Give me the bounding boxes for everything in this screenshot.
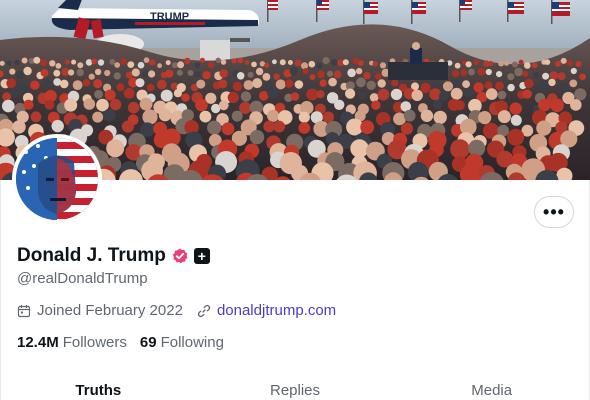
following-count: 69	[139, 334, 157, 351]
tab-truths[interactable]: Truths	[0, 372, 197, 400]
profile-handle: @realDonaldTrump	[17, 270, 148, 287]
plus-badge-icon: +	[193, 248, 210, 264]
followers-count: 12.4M	[17, 334, 59, 351]
tab-media[interactable]: Media	[393, 372, 590, 400]
followers-link[interactable]: 12.4M Followers	[17, 334, 127, 351]
profile-name-row: Donald J. Trump +	[17, 245, 210, 267]
calendar-icon	[17, 304, 31, 318]
profile-stats-row: 12.4M Followers 69 Following	[17, 334, 237, 351]
verified-badge-icon	[172, 248, 188, 264]
profile-tabs: Truths Replies Media	[0, 372, 590, 400]
following-link[interactable]: 69 Following	[140, 334, 224, 351]
link-icon	[197, 304, 211, 318]
svg-text:TRUMP: TRUMP	[150, 11, 189, 23]
joined-date: Joined February 2022	[37, 302, 183, 319]
following-label: Following	[160, 334, 224, 351]
display-name: Donald J. Trump	[17, 245, 166, 266]
profile-card	[0, 180, 590, 400]
more-options-button[interactable]: •••	[534, 196, 574, 228]
avatar[interactable]	[12, 134, 102, 224]
avatar-image	[16, 138, 98, 220]
more-icon: •••	[543, 201, 565, 222]
followers-label: Followers	[62, 334, 127, 351]
website-link[interactable]: donaldjtrump.com	[217, 302, 336, 319]
profile-meta-row: Joined February 2022 donaldjtrump.com	[17, 302, 336, 319]
tab-replies[interactable]: Replies	[197, 372, 394, 400]
